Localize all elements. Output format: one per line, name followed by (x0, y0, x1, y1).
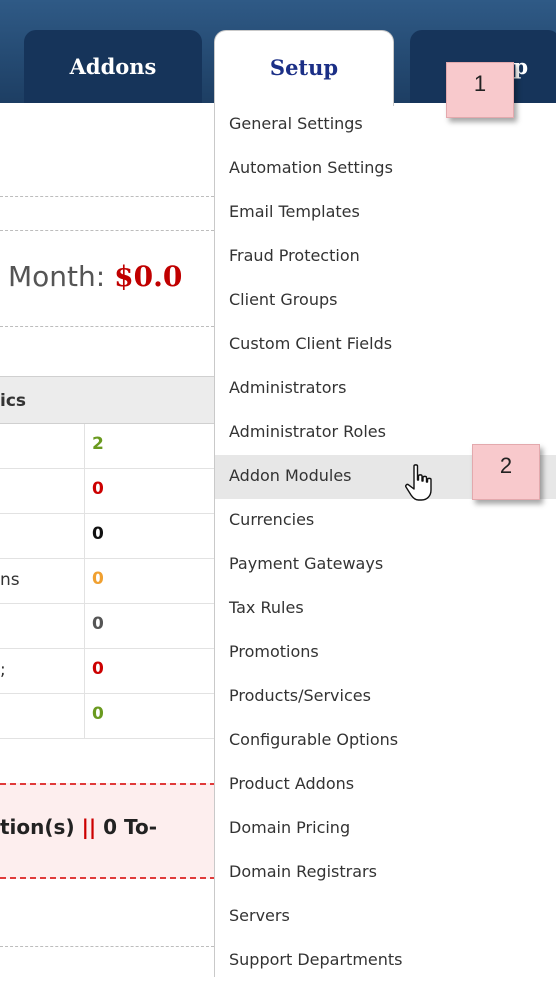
step-callout-1: 1 (446, 62, 514, 118)
table-row: 0 (0, 694, 216, 739)
stat-value: 0 (92, 524, 104, 544)
column-separator (84, 694, 85, 738)
menu-item-configurable-options[interactable]: Configurable Options (215, 719, 556, 763)
menu-item-email-templates[interactable]: Email Templates (215, 191, 556, 235)
column-separator (84, 424, 85, 468)
todo-separator: || (81, 815, 97, 839)
stat-value: 0 (92, 479, 104, 499)
stat-value: 0 (92, 659, 104, 679)
divider (0, 230, 214, 231)
menu-item-support-departments[interactable]: Support Departments (215, 939, 556, 983)
stat-label: ; (0, 660, 6, 680)
tab-addons[interactable]: Addons (24, 30, 202, 103)
menu-item-tax-rules[interactable]: Tax Rules (215, 587, 556, 631)
month-amount: $0.0 (114, 260, 183, 293)
setup-dropdown-menu: General Settings Automation Settings Ema… (214, 103, 556, 977)
todo-text: tion(s) || 0 To- (0, 815, 157, 839)
stats-header-label: ics (0, 391, 27, 411)
column-separator (84, 604, 85, 648)
stat-value: 0 (92, 569, 104, 589)
tab-setup[interactable]: Setup (214, 30, 394, 106)
table-row: ; 0 (0, 649, 216, 694)
stats-header: ics (0, 377, 216, 424)
menu-item-addon-modules-label: Addon Modules (229, 466, 352, 485)
column-separator (84, 649, 85, 693)
todo-left: tion(s) (0, 815, 75, 839)
menu-item-fraud-protection[interactable]: Fraud Protection (215, 235, 556, 279)
menu-item-domain-registrars[interactable]: Domain Registrars (215, 851, 556, 895)
column-separator (84, 514, 85, 558)
menu-item-promotions[interactable]: Promotions (215, 631, 556, 675)
menu-item-custom-client-fields[interactable]: Custom Client Fields (215, 323, 556, 367)
menu-item-products-services[interactable]: Products/Services (215, 675, 556, 719)
menu-item-domain-pricing[interactable]: Domain Pricing (215, 807, 556, 851)
menu-item-automation-settings[interactable]: Automation Settings (215, 147, 556, 191)
menu-item-product-addons[interactable]: Product Addons (215, 763, 556, 807)
step-callout-2: 2 (472, 444, 540, 500)
stat-label: ns (0, 570, 20, 590)
menu-item-payment-gateways[interactable]: Payment Gateways (215, 543, 556, 587)
divider (0, 326, 214, 327)
stat-value: 0 (92, 614, 104, 634)
divider (0, 196, 214, 197)
stat-value: 2 (92, 434, 104, 454)
menu-item-administrators[interactable]: Administrators (215, 367, 556, 411)
column-separator (84, 469, 85, 513)
hand-pointer-icon (405, 464, 432, 501)
menu-item-client-groups[interactable]: Client Groups (215, 279, 556, 323)
column-separator (84, 559, 85, 603)
todo-right: 0 To- (103, 815, 158, 839)
stats-table: ics 2 0 0 ns 0 0 ; 0 0 (0, 376, 216, 765)
divider (0, 946, 214, 947)
month-label: Month: (8, 260, 106, 293)
menu-item-servers[interactable]: Servers (215, 895, 556, 939)
menu-item-currencies[interactable]: Currencies (215, 499, 556, 543)
monthly-income: Month: $0.0 (8, 260, 182, 293)
todo-notice: tion(s) || 0 To- (0, 783, 216, 879)
table-row: 0 (0, 469, 216, 514)
table-row: 0 (0, 604, 216, 649)
table-row: ns 0 (0, 559, 216, 604)
table-row: 2 (0, 424, 216, 469)
table-row: 0 (0, 514, 216, 559)
stat-value: 0 (92, 704, 104, 724)
